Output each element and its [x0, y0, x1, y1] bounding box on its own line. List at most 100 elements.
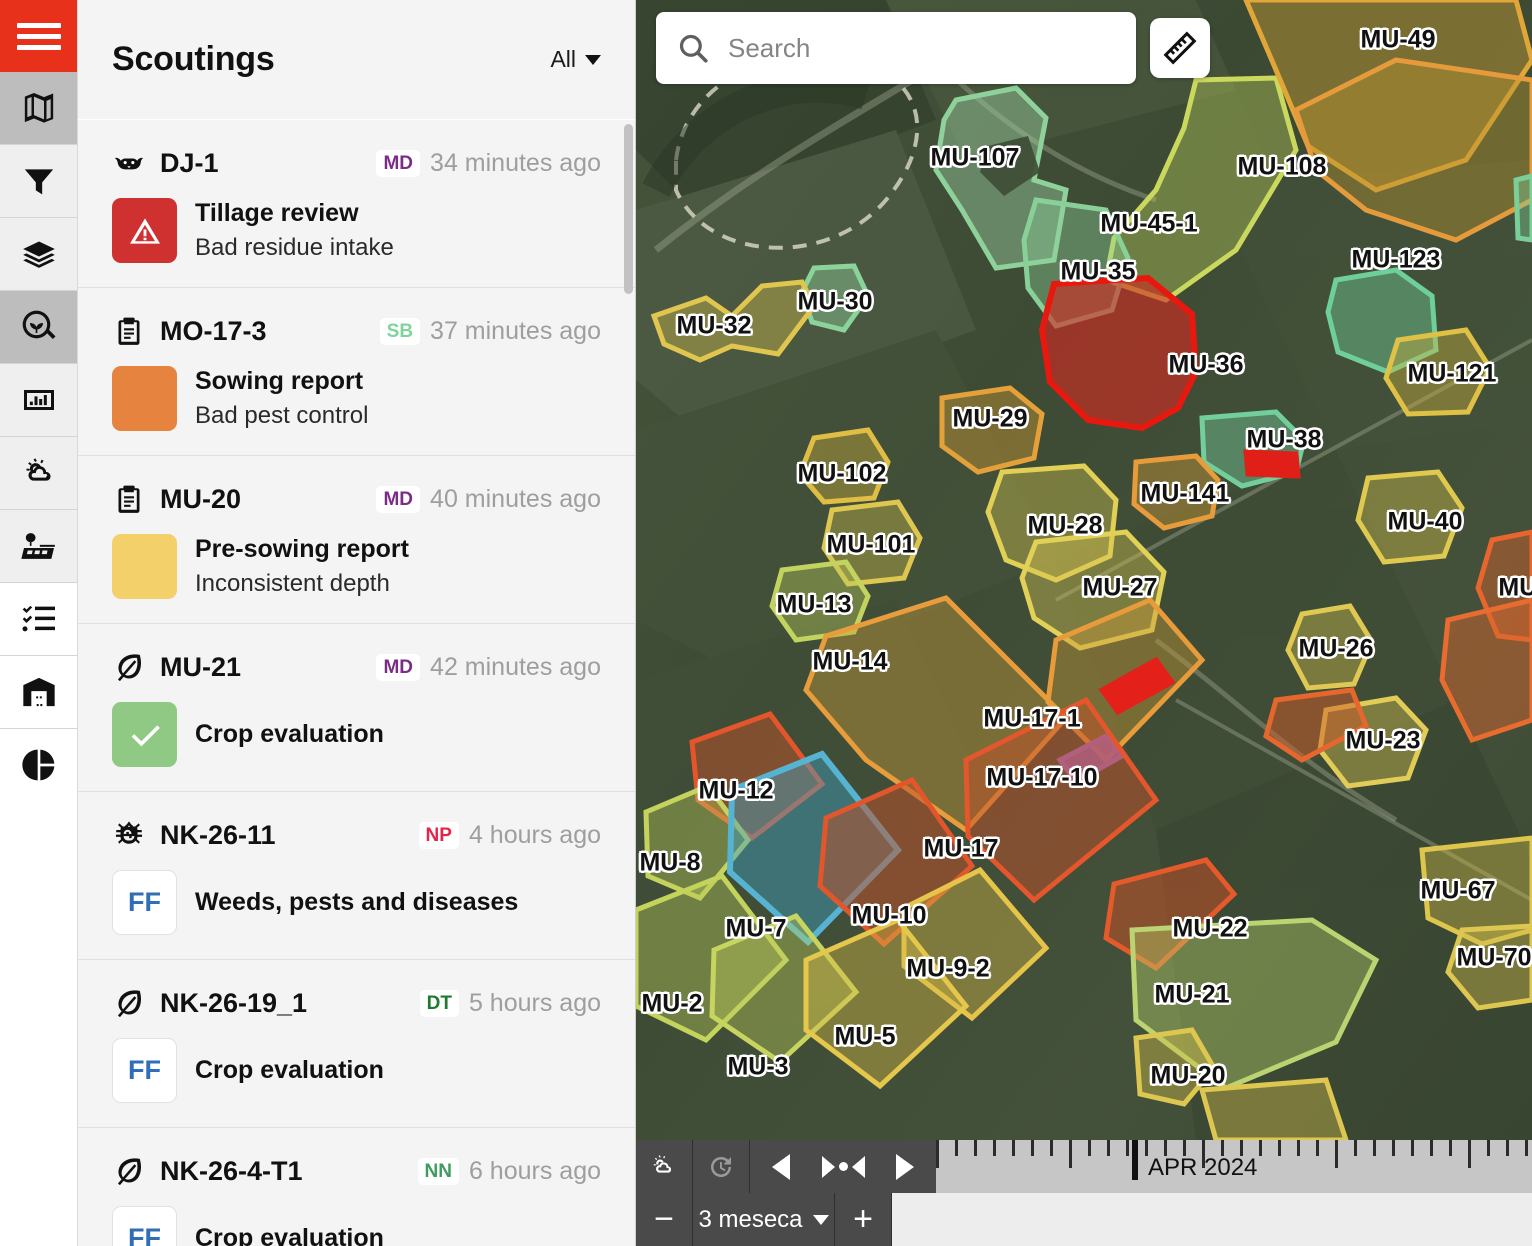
sidebar-item-field-work[interactable]: [0, 510, 77, 582]
month-marker: [1132, 1140, 1138, 1180]
list-item-type: Crop evaluation: [195, 719, 384, 748]
timeline-tick: [1373, 1140, 1376, 1156]
list-item[interactable]: NK-26-4-T1 NN 6 hours ago FF Crop evaluation: [78, 1128, 635, 1246]
timeline-ruler[interactable]: APR 2024: [936, 1140, 1532, 1193]
next-step-button[interactable]: [874, 1140, 936, 1193]
left-nav-rail: [0, 0, 78, 1246]
list-item-meta: SB 37 minutes ago: [379, 317, 601, 346]
timeline-nav-group: [750, 1140, 936, 1193]
avatar: MD: [376, 485, 421, 513]
status-badge: [112, 702, 177, 767]
layers-icon: [19, 234, 59, 274]
sidebar-item-weather[interactable]: [0, 437, 77, 509]
tasks-icon: [19, 599, 59, 639]
scoutings-panel: Scoutings All DJ-1 MD 34 minutes ago Tillag…: [78, 0, 636, 1246]
list-item-header: NK-26-11 NP 4 hours ago: [112, 814, 601, 856]
list-item-meta: NP 4 hours ago: [418, 820, 601, 850]
timeline-month-label: APR 2024: [1148, 1154, 1258, 1181]
timeline-tick: [1031, 1140, 1034, 1156]
zoom-out-button[interactable]: −: [636, 1193, 693, 1246]
scoutings-list[interactable]: DJ-1 MD 34 minutes ago Tillage review Bad re…: [78, 120, 635, 1246]
list-item[interactable]: MO-17-3 SB 37 minutes ago Sowing report Bad …: [78, 288, 635, 456]
list-item-note: Bad pest control: [195, 401, 369, 429]
search-input[interactable]: [728, 32, 1116, 64]
list-item-meta: MD 42 minutes ago: [376, 653, 601, 682]
warehouse-icon: [19, 672, 59, 712]
timeline-tick: [1259, 1140, 1262, 1156]
field-work-icon: [19, 526, 59, 566]
timeline-zoom-track[interactable]: [892, 1193, 1532, 1246]
list-item-text-group: Sowing report Bad pest control: [195, 366, 368, 430]
hamburger-menu-button[interactable]: [0, 0, 77, 72]
timeline-range-select[interactable]: 3 meseca: [693, 1193, 835, 1246]
map-icon: [19, 88, 59, 128]
search-icon: [679, 34, 708, 63]
list-item-type: Tillage review: [195, 199, 359, 228]
list-item-note: Inconsistent depth: [195, 569, 390, 597]
panel-scrollbar[interactable]: [624, 124, 633, 1238]
scrollbar-thumb[interactable]: [624, 124, 633, 294]
timeline-tick: [1430, 1140, 1433, 1156]
chevron-down-icon: [585, 54, 601, 65]
status-badge: [112, 534, 177, 599]
history-icon: [711, 1156, 731, 1177]
avatar: MD: [376, 149, 421, 177]
sidebar-item-layers[interactable]: [0, 218, 77, 290]
list-item[interactable]: NK-26-19_1 DT 5 hours ago FF Crop evaluation: [78, 960, 635, 1128]
list-item-type: Pre-sowing report: [195, 535, 409, 564]
map-view[interactable]: MU-107MU-108MU-49MU-45-1MU-35MU-123MU-30…: [636, 0, 1532, 1246]
zoom-in-button[interactable]: +: [835, 1193, 892, 1246]
timeline-tick: [1088, 1140, 1091, 1156]
sidebar-item-reports[interactable]: [0, 729, 77, 801]
measure-tool-button[interactable]: [1150, 18, 1210, 78]
timeline-controls-row: APR 2024: [636, 1140, 1532, 1193]
list-item-name: NK-26-11: [160, 819, 276, 850]
avatar: SB: [379, 317, 421, 345]
sidebar-item-map[interactable]: [0, 72, 77, 144]
history-reset-button[interactable]: [693, 1140, 750, 1193]
status-badge: FF: [112, 870, 177, 935]
avatar: NP: [418, 821, 459, 849]
timeline-tick: [1126, 1140, 1129, 1156]
list-item-name: MU-21: [160, 651, 242, 682]
clipboard-icon: [112, 482, 146, 516]
warning-icon: [127, 213, 163, 249]
next-icon: [896, 1153, 914, 1180]
weather-toggle-button[interactable]: [636, 1140, 693, 1193]
hamburger-menu-icon: [16, 17, 61, 56]
reports-icon: [19, 745, 59, 785]
list-item-type: Sowing report: [195, 367, 364, 396]
prev-step-button[interactable]: [750, 1140, 812, 1193]
timeline-tick: [936, 1140, 939, 1168]
page-title: Scoutings: [112, 40, 275, 78]
collapse-icon: [821, 1155, 865, 1178]
filter-dropdown[interactable]: All: [550, 46, 601, 73]
list-item[interactable]: MU-21 MD 42 minutes ago Crop evaluation: [78, 624, 635, 792]
timeline-tick: [1335, 1140, 1338, 1168]
weather-icon: [19, 453, 59, 493]
sidebar-item-analytics[interactable]: [0, 364, 77, 436]
timeline-tick: [1069, 1140, 1072, 1168]
sidebar-item-tasks[interactable]: [0, 583, 77, 655]
avatar: NN: [417, 1157, 459, 1185]
list-item[interactable]: MU-20 MD 40 minutes ago Pre-sowing report In…: [78, 456, 635, 624]
sidebar-item-scouting[interactable]: [0, 291, 77, 363]
list-item-body: Tillage review Bad residue intake: [112, 198, 601, 263]
timeline-range-label: 3 meseca: [698, 1205, 803, 1233]
list-item[interactable]: NK-26-11 NP 4 hours ago FF Weeds, pests and …: [78, 792, 635, 960]
collapse-range-button[interactable]: [812, 1140, 874, 1193]
search-box[interactable]: [656, 12, 1136, 84]
sidebar-item-warehouse[interactable]: [0, 656, 77, 728]
clipboard-icon: [112, 314, 146, 348]
sidebar-item-filter[interactable]: [0, 145, 77, 217]
list-item[interactable]: DJ-1 MD 34 minutes ago Tillage review Bad re…: [78, 120, 635, 288]
list-item-text-group: Crop evaluation: [195, 719, 384, 750]
analytics-icon: [19, 380, 59, 420]
status-badge: FF: [112, 1206, 177, 1246]
list-item-name: NK-26-19_1: [160, 987, 308, 1018]
timestamp: 4 hours ago: [468, 820, 601, 849]
timeline-tick: [1411, 1140, 1414, 1156]
list-item-header: MO-17-3 SB 37 minutes ago: [112, 310, 601, 352]
timestamp: 6 hours ago: [468, 1156, 601, 1185]
list-item-name: DJ-1: [160, 147, 219, 178]
